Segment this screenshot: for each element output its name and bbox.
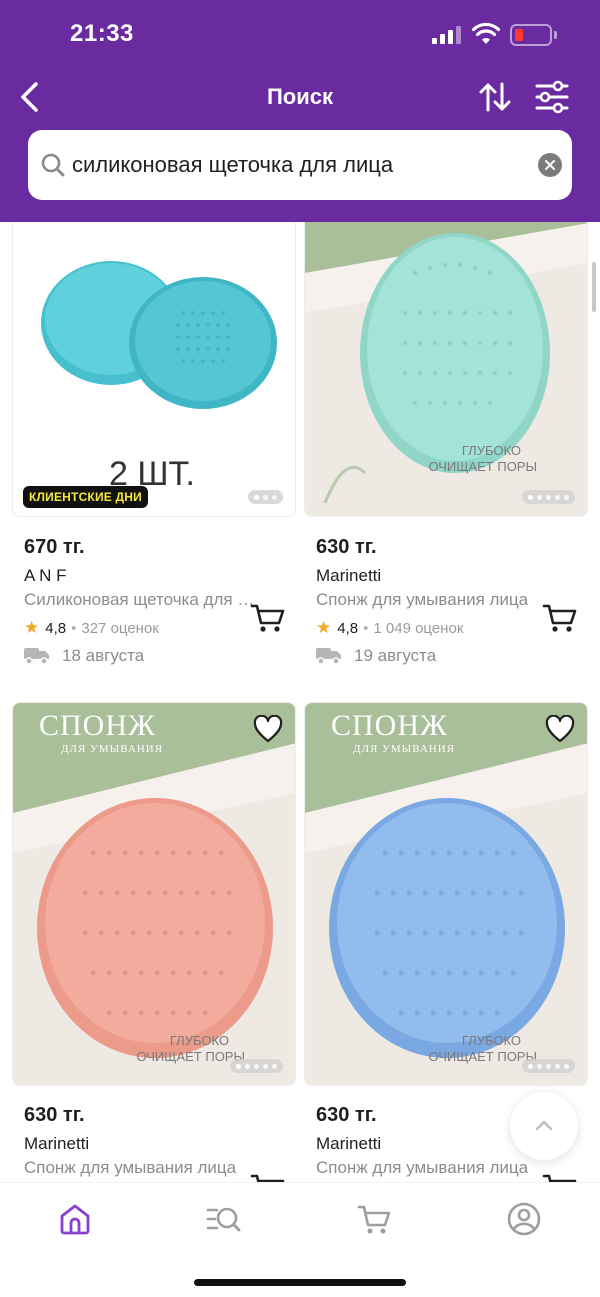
- delivery-truck-icon: [24, 648, 49, 665]
- review-count: 1 049 оценок: [373, 619, 464, 637]
- product-brand: Marinetti: [316, 566, 382, 585]
- product-image[interactable]: ГЛУБОКО ОЧИЩАЕТ ПОРЫ: [304, 222, 588, 517]
- top-header: 21:33 Поиск: [0, 0, 600, 222]
- sort-icon[interactable]: [478, 80, 512, 114]
- image-subheading: ДЛЯ УМЫВАНИЯ: [353, 743, 456, 755]
- client-days-badge: КЛИЕНТСКИЕ ДНИ: [23, 486, 148, 508]
- dot-separator: •: [363, 619, 369, 637]
- product-brand: A N F: [24, 566, 67, 585]
- chevron-up-icon: [535, 1120, 553, 1131]
- search-input[interactable]: [72, 152, 512, 178]
- star-icon: ★: [316, 618, 332, 637]
- image-heading: СПОНЖ: [39, 709, 156, 742]
- image-caption-line-2: ОЧИЩАЕТ ПОРЫ: [136, 1049, 245, 1064]
- image-pager: [522, 490, 575, 504]
- add-to-cart-icon[interactable]: [250, 602, 286, 634]
- product-price: 630 тг.: [24, 1104, 85, 1126]
- rating-value: 4,8: [337, 619, 359, 637]
- product-title[interactable]: Спонж для умывания лица: [24, 1158, 256, 1178]
- image-pager: [522, 1059, 575, 1073]
- review-count: 327 оценок: [81, 619, 159, 637]
- home-icon[interactable]: [57, 1201, 93, 1237]
- image-caption: ГЛУБОКО ОЧИЩАЕТ ПОРЫ: [305, 443, 587, 475]
- product-brand: Marinetti: [316, 1134, 382, 1153]
- product-price: 670 тг.: [24, 536, 85, 558]
- rating-value: 4,8: [45, 619, 67, 637]
- cart-icon[interactable]: [356, 1201, 392, 1237]
- product-card[interactable]: СПОНЖ ДЛЯ УМЫВАНИЯ ГЛУБОКО ОЧИЩАЕТ ПОРЫ …: [12, 702, 296, 1182]
- image-subheading: ДЛЯ УМЫВАНИЯ: [61, 743, 164, 755]
- product-photo: [305, 703, 587, 1085]
- product-card[interactable]: ГЛУБОКО ОЧИЩАЕТ ПОРЫ 630 тг. Marinetti С…: [304, 222, 588, 682]
- image-caption-line-1: ГЛУБОКО: [169, 1033, 229, 1048]
- image-heading: СПОНЖ: [331, 709, 448, 742]
- favorite-heart-icon[interactable]: [253, 715, 283, 743]
- search-icon: [41, 153, 65, 177]
- scroll-to-top-button[interactable]: [510, 1092, 578, 1160]
- product-price: 630 тг.: [316, 1104, 377, 1126]
- home-indicator: [194, 1279, 406, 1286]
- star-icon: ★: [24, 618, 40, 637]
- cellular-signal-icon: [432, 26, 462, 44]
- image-caption-line-1: ГЛУБОКО: [461, 1033, 521, 1048]
- image-pager: [230, 1059, 283, 1073]
- product-image[interactable]: СПОНЖ ДЛЯ УМЫВАНИЯ ГЛУБОКО ОЧИЩАЕТ ПОРЫ: [304, 702, 588, 1086]
- product-image[interactable]: СПОНЖ ДЛЯ УМЫВАНИЯ ГЛУБОКО ОЧИЩАЕТ ПОРЫ: [12, 702, 296, 1086]
- status-bar: 21:33: [0, 0, 600, 70]
- product-title[interactable]: Силиконовая щеточка для лица: [24, 590, 256, 610]
- delivery-info: 19 августа: [316, 646, 436, 666]
- product-rating: ★ 4,8 • 327 оценок: [24, 618, 159, 638]
- catalog-search-icon[interactable]: [206, 1201, 242, 1237]
- product-title[interactable]: Спонж для умывания лица: [316, 590, 548, 610]
- product-price: 630 тг.: [316, 536, 377, 558]
- search-bar[interactable]: [28, 130, 572, 200]
- dot-separator: •: [71, 619, 77, 637]
- image-caption-line-2: ОЧИЩАЕТ ПОРЫ: [428, 1049, 537, 1064]
- battery-tip: [554, 31, 557, 39]
- product-title[interactable]: Спонж для умывания лица: [316, 1158, 548, 1178]
- product-rating: ★ 4,8 • 1 049 оценок: [316, 618, 463, 638]
- delivery-truck-icon: [316, 648, 341, 665]
- product-photo: [13, 703, 295, 1085]
- product-card[interactable]: 2 ШТ. КЛИЕНТСКИЕ ДНИ 670 тг. A N F Силик…: [12, 222, 296, 682]
- image-pager: [248, 490, 283, 504]
- product-grid: 2 ШТ. КЛИЕНТСКИЕ ДНИ 670 тг. A N F Силик…: [0, 222, 600, 1182]
- wifi-icon: [472, 22, 500, 44]
- delivery-info: 18 августа: [24, 646, 144, 666]
- delivery-date: 18 августа: [62, 646, 145, 665]
- image-caption-line-1: ГЛУБОКО: [461, 443, 521, 458]
- scrollbar[interactable]: [592, 262, 596, 312]
- status-time: 21:33: [70, 20, 134, 47]
- product-brand: Marinetti: [24, 1134, 90, 1153]
- image-caption-line-2: ОЧИЩАЕТ ПОРЫ: [428, 459, 537, 474]
- add-to-cart-icon[interactable]: [250, 1172, 286, 1182]
- battery-icon: [510, 24, 552, 46]
- product-image[interactable]: 2 ШТ. КЛИЕНТСКИЕ ДНИ: [12, 222, 296, 517]
- favorite-heart-icon[interactable]: [545, 715, 575, 743]
- profile-icon[interactable]: [506, 1201, 542, 1237]
- add-to-cart-icon[interactable]: [542, 1172, 578, 1182]
- filter-icon[interactable]: [534, 80, 570, 114]
- delivery-date: 19 августа: [354, 646, 437, 665]
- add-to-cart-icon[interactable]: [542, 602, 578, 634]
- clear-search-icon[interactable]: [538, 153, 562, 177]
